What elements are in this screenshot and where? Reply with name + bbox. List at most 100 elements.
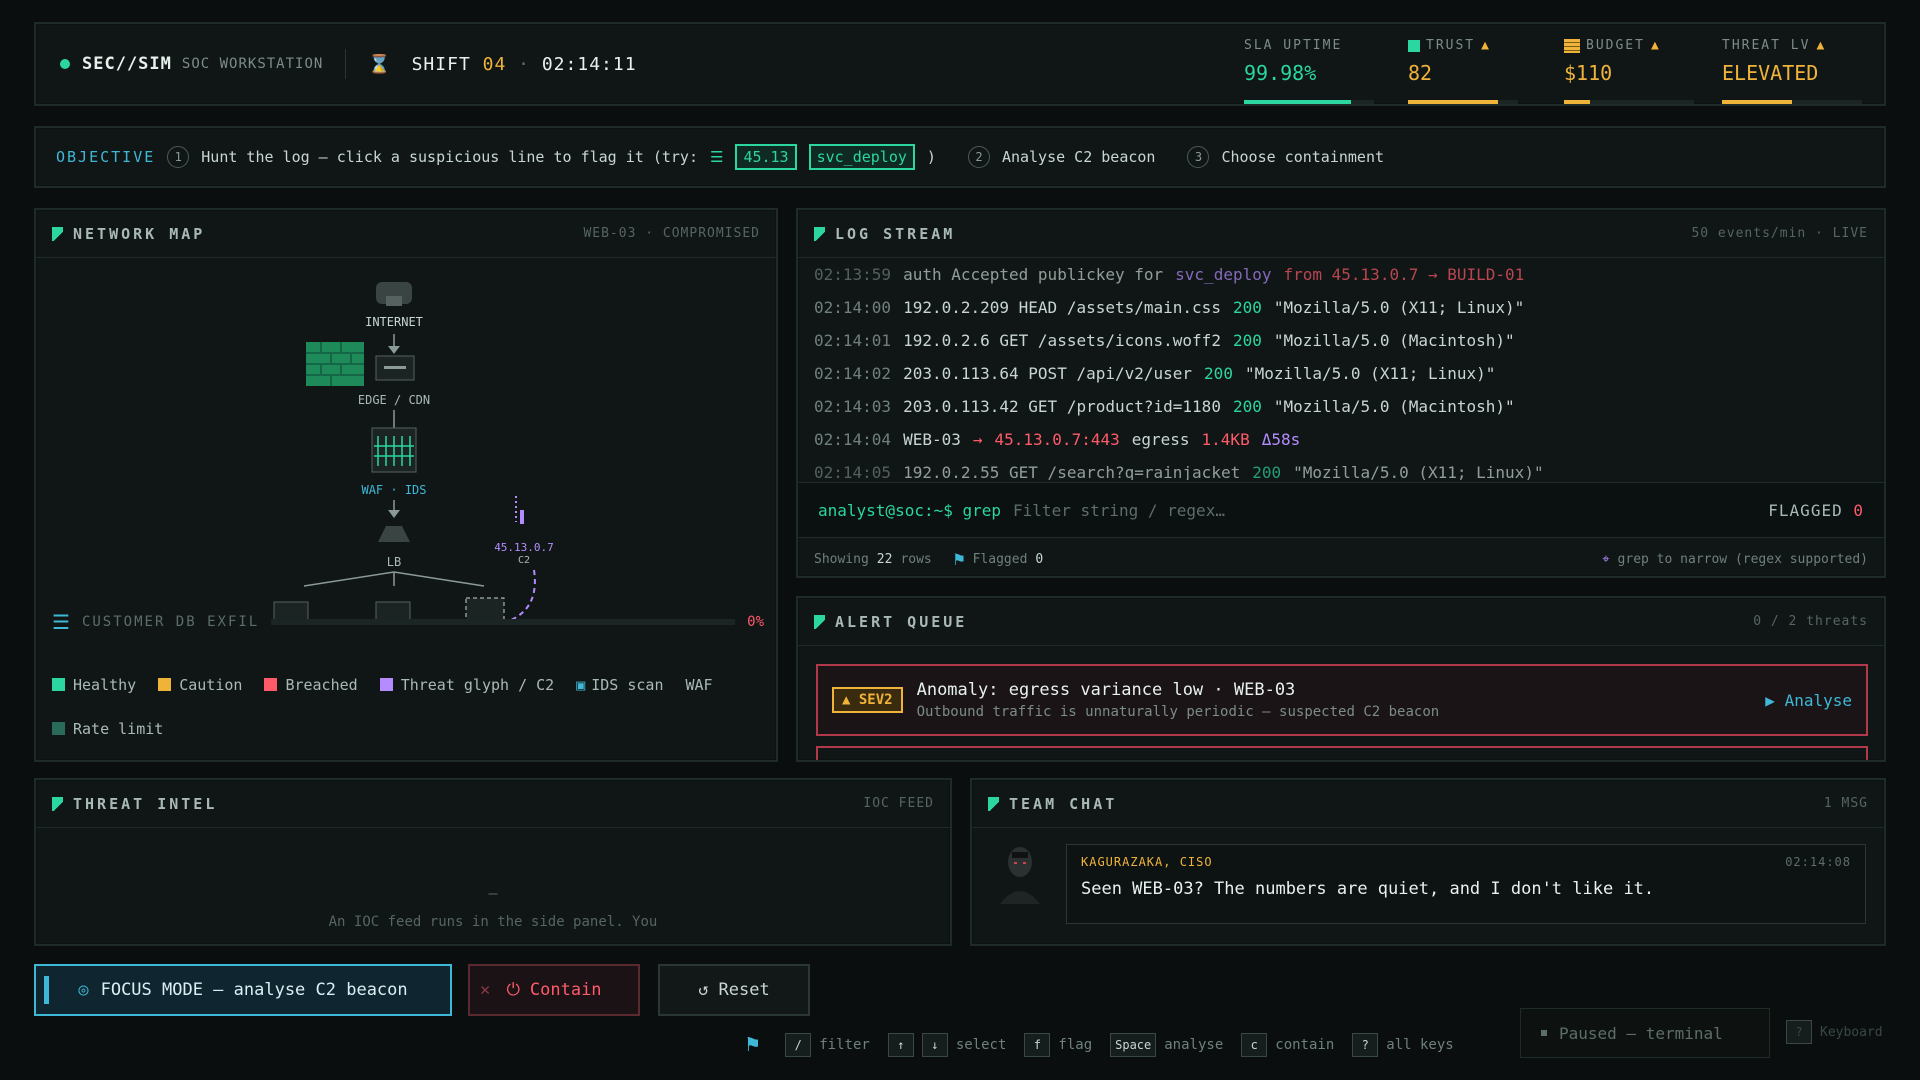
warning-icon: ▲ <box>1481 38 1491 53</box>
legend-threat: Threat glyph / C2 <box>400 676 555 694</box>
log-line[interactable]: 02:14:01 192.0.2.6 GET /assets/icons.wof… <box>798 324 1884 357</box>
key-cap: f <box>1024 1032 1051 1057</box>
waf-label: WAF · IDS <box>361 483 426 497</box>
coins-icon <box>1564 38 1580 53</box>
legend-rate-limit: Rate limit <box>73 720 164 738</box>
keyboard-button[interactable]: ? Keyboard <box>1786 1020 1883 1044</box>
sla-value: 99.98% <box>1244 61 1317 85</box>
key-cap: Space <box>1110 1032 1157 1057</box>
exfil-progress-bar <box>271 619 736 625</box>
budget-stat: BUDGET ▲ $110 <box>1564 38 1694 104</box>
log-list: 02:13:59 auth Accepted publickey for svc… <box>798 258 1884 480</box>
log-line-suspicious[interactable]: 02:14:04 WEB-03 → 45.13.0.7:443 egress 1… <box>798 423 1884 456</box>
legend-healthy: Healthy <box>73 676 137 694</box>
c2-node[interactable]: 45.13.0.7 C2 <box>494 496 554 566</box>
flagged-count: 0 <box>1853 500 1864 520</box>
intel-body: An IOC feed runs in the side panel. You <box>328 914 658 930</box>
network-map-panel: NETWORK MAP WEB-03 · COMPROMISED INTERNE… <box>34 208 778 762</box>
app-brand: SEC//SIM <box>82 54 172 74</box>
panel-title: THREAT INTEL <box>73 794 218 813</box>
step-number: 1 <box>167 146 190 168</box>
chat-time: 02:14:08 <box>1785 855 1851 869</box>
legend-waf: WAF <box>685 676 713 694</box>
objective-step-1-end: ) <box>926 148 936 166</box>
lb-label: LB <box>387 555 401 569</box>
log-stream-panel: LOG STREAM 50 events/min · LIVE 02:13:59… <box>796 208 1886 578</box>
top-status-bar: SEC//SIM SOC WORKSTATION ⌛ SHIFT 04 · 02… <box>34 22 1886 106</box>
chat-sender: KAGURAZAKA, CISO <box>1081 855 1213 869</box>
severity-badge: ▲ SEV2 <box>832 687 903 713</box>
chat-message: KAGURAZAKA, CISO 02:14:08 Seen WEB-03? T… <box>1066 844 1866 924</box>
flag-icon <box>814 614 825 629</box>
warning-icon: ▲ <box>1650 38 1661 53</box>
log-line[interactable]: 02:13:59 auth Accepted publickey for svc… <box>798 258 1884 291</box>
load-balancer-node[interactable]: LB <box>378 526 410 569</box>
internet-node[interactable]: INTERNET <box>365 282 423 329</box>
flag-icon: ⚑ <box>953 548 965 570</box>
row-count: 22 <box>876 551 893 567</box>
legend-caution: Caution <box>179 676 243 694</box>
log-line[interactable]: 02:14:03 203.0.113.42 GET /product?id=11… <box>798 390 1884 423</box>
analyse-button[interactable]: ▶ Analyse <box>1765 691 1852 710</box>
network-diagram: INTERNET EDGE / CDN WAF · IDS LB 45.13.0… <box>273 282 554 623</box>
key-cap: ? <box>1352 1032 1379 1057</box>
hourglass-icon: ⌛ <box>368 53 392 75</box>
panel-meta: 50 events/min · LIVE <box>1691 226 1868 241</box>
log-line[interactable]: 02:14:00 192.0.2.209 HEAD /assets/main.c… <box>798 291 1884 324</box>
target-icon: ◎ <box>78 980 89 1000</box>
c2-ip-label: 45.13.0.7 <box>494 541 554 554</box>
keyboard-hints: ⚑ / filter ↑ ↓ select f flag Space analyse cc… <box>746 1032 1454 1057</box>
help-key: ? <box>1786 1020 1812 1044</box>
panel-meta: 0 / 2 threats <box>1753 614 1868 629</box>
ioc-chip-ip[interactable]: 45.13 <box>735 144 797 170</box>
objective-label: OBJECTIVE <box>56 148 156 166</box>
log-line[interactable]: 02:14:05 192.0.2.55 GET /search?q=rainja… <box>798 456 1884 480</box>
terminal-prompt: analyst@soc:~$ grep <box>818 500 1002 520</box>
edge-label: EDGE / CDN <box>358 393 430 407</box>
legend-ids: IDS scan <box>591 676 664 694</box>
alert-description: Outbound traffic is unnaturally periodic… <box>916 704 1440 720</box>
sla-uptime-stat: SLA UPTIME 99.98% <box>1244 38 1374 104</box>
alert-card[interactable]: ▲ SEV2 Anomaly: egress variance low · WE… <box>816 664 1868 736</box>
shift-number: 04 <box>482 53 507 75</box>
sla-label: SLA UPTIME <box>1244 38 1343 53</box>
focus-mode-button[interactable]: ◎ FOCUS MODE — analyse C2 beacon <box>34 964 452 1016</box>
ioc-chip-user[interactable]: svc_deploy <box>808 144 915 170</box>
grep-input[interactable] <box>1013 500 1574 520</box>
edge-cdn-node[interactable]: EDGE / CDN <box>358 355 430 407</box>
app-subtitle: SOC WORKSTATION <box>181 56 324 72</box>
objective-bar: OBJECTIVE 1 Hunt the log — click a suspi… <box>34 126 1886 188</box>
ids-scan-icon: ▣ <box>576 676 586 694</box>
trust-icon <box>1408 39 1420 52</box>
step-number: 2 <box>967 146 990 168</box>
pause-status[interactable]: Paused — terminal <box>1520 1008 1770 1058</box>
key-cap: ↓ <box>921 1032 948 1057</box>
reset-button[interactable]: ↺ Reset <box>658 964 810 1016</box>
status-dot-icon <box>1541 1030 1547 1036</box>
reset-icon: ↺ <box>698 980 709 1000</box>
flag-icon: ⚑ <box>746 1032 760 1057</box>
trust-stat: TRUST ▲ 82 <box>1408 38 1518 104</box>
grep-terminal: analyst@soc:~$ grep FLAGGED 0 <box>798 482 1884 538</box>
panel-title: NETWORK MAP <box>73 224 206 243</box>
step-number: 3 <box>1187 146 1210 168</box>
panel-title: ALERT QUEUE <box>835 612 968 631</box>
panel-meta: IOC FEED <box>863 796 934 811</box>
warning-icon: ▲ <box>1816 38 1827 53</box>
waf-ids-node[interactable]: WAF · IDS <box>361 427 427 497</box>
flag-icon <box>814 226 825 241</box>
firewall-node[interactable] <box>306 342 364 386</box>
threat-bar <box>1722 100 1862 104</box>
shift-label: SHIFT <box>411 53 471 75</box>
contain-button[interactable]: ✕ ⏻ Contain <box>468 964 640 1016</box>
alert-card-next[interactable] <box>816 746 1868 760</box>
list-icon: ☰ <box>709 148 724 166</box>
threat-value: ELEVATED <box>1722 61 1819 85</box>
threat-label: THREAT LV <box>1722 38 1811 53</box>
key-cap: c <box>1241 1032 1268 1057</box>
log-line[interactable]: 02:14:02 203.0.113.64 POST /api/v2/user … <box>798 357 1884 390</box>
shift-clock: 02:14:11 <box>541 53 637 75</box>
trust-value: 82 <box>1408 61 1433 85</box>
budget-value: $110 <box>1564 61 1613 85</box>
alert-queue-panel: ALERT QUEUE 0 / 2 threats ▲ SEV2 Anomaly… <box>796 596 1886 762</box>
